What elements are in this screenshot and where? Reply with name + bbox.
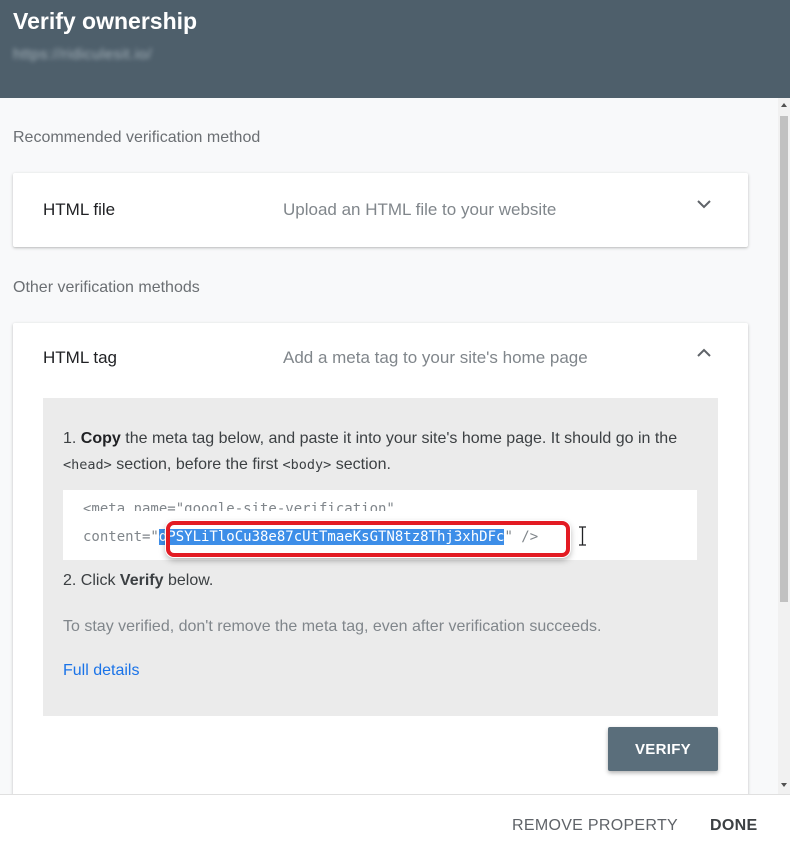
scroll-up-arrow-icon[interactable]	[781, 102, 787, 108]
verify-button[interactable]: VERIFY	[608, 727, 718, 771]
step-2-text: 2. Click Verify below.	[63, 572, 214, 589]
highlight-box	[166, 521, 570, 557]
other-methods-label: Other verification methods	[13, 279, 200, 296]
html-tag-card: HTML tag Add a meta tag to your site's h…	[13, 323, 748, 794]
method-name[interactable]: HTML tag	[43, 348, 117, 368]
dialog-title: Verify ownership	[13, 8, 198, 34]
chevron-up-icon[interactable]	[695, 344, 713, 362]
method-description: Upload an HTML file to your website	[283, 200, 557, 219]
stay-verified-note: To stay verified, don't remove the meta …	[63, 618, 602, 635]
chevron-down-icon[interactable]	[695, 195, 713, 213]
text-cursor-icon	[579, 526, 586, 546]
head-tag: <head>	[63, 457, 112, 473]
property-url: https://ridiculesit.io/	[13, 46, 153, 63]
scroll-down-arrow-icon[interactable]	[781, 782, 787, 788]
dialog-header: Verify ownership https://ridiculesit.io/	[0, 0, 790, 98]
dialog-content: Recommended verification method HTML fil…	[0, 98, 778, 794]
copy-verb: Copy	[80, 430, 121, 447]
verify-verb: Verify	[119, 572, 164, 589]
recommended-label: Recommended verification method	[13, 129, 261, 146]
method-name: HTML file	[43, 200, 116, 219]
body-tag: <body>	[282, 457, 332, 473]
meta-tag-code[interactable]: <meta name="google-site-verification" co…	[63, 490, 697, 560]
dialog-footer: REMOVE PROPERTY DONE	[0, 794, 790, 845]
remove-property-button[interactable]: REMOVE PROPERTY	[512, 817, 678, 835]
instructions-panel: 1. Copy the meta tag below, and paste it…	[43, 398, 718, 716]
method-description: Add a meta tag to your site's home page	[283, 348, 588, 367]
done-button[interactable]: DONE	[710, 817, 757, 835]
html-file-card[interactable]: HTML file Upload an HTML file to your we…	[13, 173, 748, 247]
scrollbar[interactable]	[778, 98, 790, 794]
scrollbar-thumb[interactable]	[780, 116, 788, 602]
code-line-1: <meta name="google-site-verification"	[83, 501, 395, 511]
full-details-link[interactable]: Full details	[63, 662, 139, 680]
step-1-text: 1. Copy the meta tag below, and paste it…	[63, 430, 678, 473]
